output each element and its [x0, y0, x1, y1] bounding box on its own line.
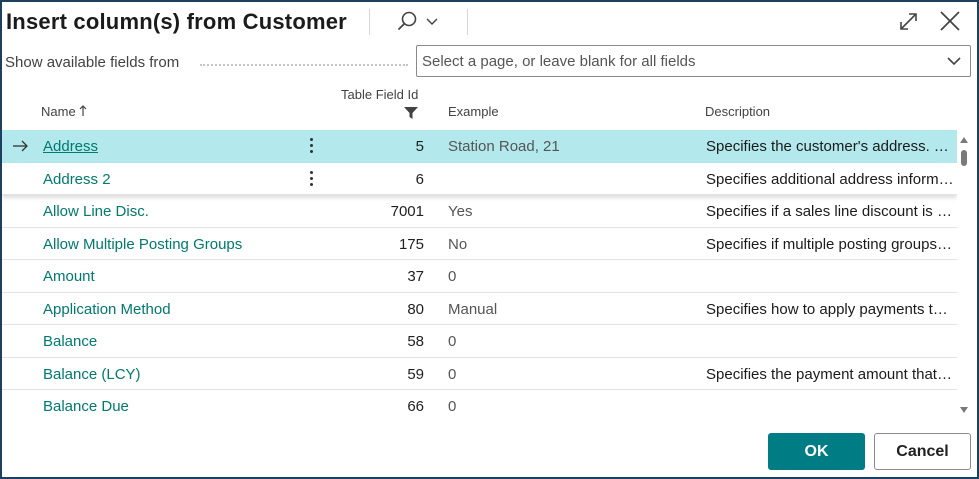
scroll-down-icon[interactable]	[959, 406, 969, 414]
field-id: 175	[398, 235, 424, 253]
field-description: Specifies the customer's address. This a…	[706, 138, 954, 155]
field-name[interactable]: Application Method	[43, 301, 171, 318]
filter-leader-dots	[200, 64, 408, 66]
field-id: 80	[407, 300, 424, 318]
search-icon	[398, 11, 438, 30]
table-row[interactable]: Allow Multiple Posting Groups 175 No Spe…	[2, 227, 957, 260]
table-row[interactable]: Amount 37 0	[2, 260, 957, 293]
field-name[interactable]: Amount	[43, 268, 95, 285]
field-id: 5	[415, 138, 424, 155]
scrollbar-thumb[interactable]	[961, 150, 967, 166]
chevron-down-icon	[947, 57, 961, 66]
field-example: 0	[448, 333, 457, 350]
dialog-title: Insert column(s) from Customer	[6, 9, 347, 34]
table-row[interactable]: Balance Due 66 0	[2, 390, 957, 422]
field-id: 58	[407, 333, 424, 350]
fields-table: Address 5 Station Road, 21 Specifies the…	[2, 130, 957, 422]
field-name[interactable]: Balance Due	[43, 398, 129, 415]
field-example: Manual	[448, 300, 498, 318]
table-row[interactable]: Address 2 6 Specifies additional address…	[2, 162, 957, 195]
field-name[interactable]: Address 2	[43, 171, 111, 188]
dialog-footer: OK Cancel	[2, 422, 977, 477]
table-row[interactable]: Balance 58 0	[2, 325, 957, 358]
table-row[interactable]: Balance (LCY) 59 0 Specifies the payment…	[2, 357, 957, 390]
column-header-field-id[interactable]: Table Field Id	[341, 87, 418, 102]
close-icon	[940, 11, 960, 31]
column-header-name-label: Name	[41, 104, 76, 119]
vertical-scrollbar[interactable]	[957, 132, 971, 420]
close-button[interactable]	[935, 8, 965, 36]
sort-ascending-icon	[79, 105, 87, 116]
field-name[interactable]: Address	[43, 138, 98, 155]
field-name[interactable]: Balance	[43, 333, 97, 350]
scroll-up-icon[interactable]	[959, 136, 969, 144]
filter-icon[interactable]	[403, 106, 419, 120]
row-arrow-icon	[13, 140, 28, 152]
search-button[interactable]	[390, 8, 446, 36]
table-header: Name Table Field Id Example Description	[2, 82, 957, 130]
table-row[interactable]: Allow Line Disc. 7001 Yes Specifies if a…	[2, 195, 957, 228]
field-example: 0	[448, 398, 457, 415]
field-id: 66	[407, 398, 424, 415]
field-id: 7001	[390, 203, 424, 220]
field-description: Specifies how to apply payments to entri…	[706, 300, 954, 318]
title-bar: Insert column(s) from Customer	[2, 2, 977, 42]
field-description: Specifies if a sales line discount is ca…	[706, 203, 954, 220]
field-name[interactable]: Allow Line Disc.	[43, 203, 149, 220]
field-name[interactable]: Allow Multiple Posting Groups	[43, 236, 242, 253]
title-divider	[467, 9, 468, 35]
field-example: Station Road, 21	[448, 138, 560, 155]
field-description: Specifies the payment amount that the cu…	[706, 365, 954, 383]
column-header-name[interactable]: Name	[41, 104, 87, 119]
table-row[interactable]: Application Method 80 Manual Specifies h…	[2, 292, 957, 325]
title-divider	[369, 9, 370, 35]
field-description: Specifies additional address information…	[706, 170, 954, 188]
more-options-icon[interactable]	[304, 168, 320, 190]
field-name[interactable]: Balance (LCY)	[43, 366, 141, 383]
field-example: 0	[448, 268, 457, 285]
column-header-example[interactable]: Example	[448, 104, 499, 119]
ok-button[interactable]: OK	[768, 433, 865, 470]
filter-row: Show available fields from Select a page…	[2, 42, 977, 82]
field-id: 6	[415, 170, 424, 188]
filter-label: Show available fields from	[5, 54, 180, 71]
field-id: 59	[407, 365, 424, 383]
cancel-button[interactable]: Cancel	[874, 433, 971, 470]
field-example: 0	[448, 365, 457, 383]
page-select-placeholder: Select a page, or leave blank for all fi…	[422, 53, 696, 70]
expand-icon	[900, 13, 917, 30]
page-select-dropdown[interactable]: Select a page, or leave blank for all fi…	[416, 45, 971, 77]
field-description: Specifies if multiple posting groups can…	[706, 235, 954, 253]
field-example: No	[448, 235, 468, 253]
field-id: 37	[407, 268, 424, 285]
field-example: Yes	[448, 203, 473, 220]
more-options-icon[interactable]	[304, 135, 320, 157]
insert-columns-dialog: Insert column(s) from Customer Show avai…	[0, 0, 979, 479]
table-row[interactable]: Address 5 Station Road, 21 Specifies the…	[2, 130, 957, 163]
expand-button[interactable]	[894, 8, 924, 36]
column-header-description[interactable]: Description	[705, 104, 770, 119]
